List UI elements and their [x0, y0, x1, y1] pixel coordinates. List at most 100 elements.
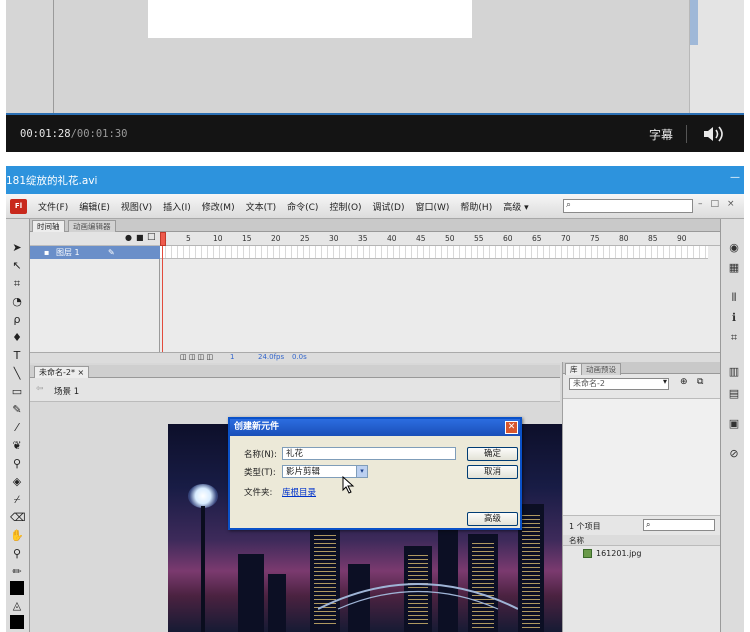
eye-icon[interactable]: ●	[125, 233, 132, 242]
subselection-tool-icon[interactable]: ↖	[10, 259, 24, 273]
frame-rate: 24.0fps	[258, 353, 285, 361]
chevron-down-icon[interactable]: ▾	[663, 377, 667, 386]
menu-window[interactable]: 窗口(W)	[416, 200, 450, 213]
deco-tool-icon[interactable]: ❦	[10, 439, 24, 453]
lasso-tool-icon[interactable]: ρ	[10, 313, 24, 327]
frame-ruler: 1 5 10 15 20 25 30 35 40 45 50 55 60 65 …	[160, 232, 720, 246]
library-search-input[interactable]: ⌕	[643, 519, 715, 531]
search-icon: ⌕	[566, 200, 572, 210]
folder-link[interactable]: 库根目录	[282, 486, 316, 498]
menu-debug[interactable]: 调试(D)	[373, 200, 405, 213]
tab-motion-presets[interactable]: 动画预设	[581, 363, 621, 375]
components-panel-icon[interactable]: ▣	[727, 417, 741, 431]
swatches-panel-icon[interactable]: ▦	[727, 261, 741, 275]
info-panel-icon[interactable]: ℹ	[727, 311, 741, 325]
menu-modify[interactable]: 修改(M)	[202, 200, 235, 213]
eraser-tool-icon[interactable]: ⌫	[10, 511, 26, 525]
name-field[interactable]: 礼花	[282, 447, 456, 460]
advanced-button[interactable]: 高级	[467, 512, 518, 526]
volume-icon[interactable]	[701, 124, 727, 144]
pen-tool-icon[interactable]: ♦	[10, 331, 24, 345]
workspace-dropdown[interactable]: 高级 ▾	[503, 200, 528, 213]
menu-file[interactable]: 文件(F)	[38, 200, 68, 213]
menu-help[interactable]: 帮助(H)	[460, 200, 492, 213]
library-document-select[interactable]: 未命名-2	[569, 378, 669, 390]
3d-rotation-icon[interactable]: ◔	[10, 295, 24, 309]
transform-panel-icon[interactable]: ⌗	[727, 331, 741, 345]
line-tool-icon[interactable]: ╲	[10, 367, 24, 381]
ruler-label: 30	[329, 234, 339, 243]
stroke-color-icon[interactable]: ✏	[10, 565, 24, 579]
frame-cells[interactable]	[160, 246, 708, 259]
ruler-label: 35	[358, 234, 368, 243]
tab-library[interactable]: 库	[565, 363, 583, 375]
menu-text[interactable]: 文本(T)	[246, 200, 277, 213]
ruler-label: 65	[532, 234, 542, 243]
library-panel-icon[interactable]: ▥	[727, 365, 741, 379]
back-arrow-icon[interactable]: ⇦	[36, 384, 44, 394]
bone-tool-icon[interactable]: ⚲	[10, 457, 24, 471]
ruler-label: 50	[445, 234, 455, 243]
new-library-icon[interactable]: ⧉	[697, 377, 703, 387]
pin-icon[interactable]: ⊕	[680, 377, 688, 387]
stroke-color-swatch[interactable]	[10, 581, 24, 595]
layer-row[interactable]: ▪ 图层 1 ✎	[30, 246, 160, 259]
fill-color-swatch[interactable]	[10, 615, 24, 629]
tab-motion-editor[interactable]: 动画编辑器	[68, 220, 116, 232]
text-tool-icon[interactable]: T	[10, 349, 24, 363]
lock-icon[interactable]: ■	[136, 233, 144, 242]
dialog-title: 创建新元件	[230, 419, 520, 436]
chevron-down-icon[interactable]: ▾	[356, 466, 367, 477]
subtitles-button[interactable]: 字幕	[649, 126, 673, 143]
total-duration: /00:01:30	[70, 128, 128, 140]
tab-timeline[interactable]: 时间轴	[32, 220, 65, 232]
align-panel-icon[interactable]: ⫴	[727, 291, 741, 305]
menu-edit[interactable]: 编辑(E)	[79, 200, 110, 213]
zoom-tool-icon[interactable]: ⚲	[10, 547, 24, 561]
library-item[interactable]: 161201.jpg	[583, 549, 641, 558]
library-column-name[interactable]: 名称	[563, 535, 721, 546]
outline-icon[interactable]: □	[147, 232, 156, 242]
type-label: 类型(T):	[244, 468, 276, 478]
ruler-label: 45	[416, 234, 426, 243]
fill-color-icon[interactable]: ◬	[10, 599, 24, 613]
rectangle-tool-icon[interactable]: ▭	[10, 385, 24, 399]
minimize-icon[interactable]: —	[730, 172, 740, 183]
properties-panel-icon[interactable]: ▤	[727, 387, 741, 401]
video-player-top: 00:01:28/00:01:30 字幕	[6, 0, 744, 152]
restore-icon[interactable]: □	[711, 199, 720, 209]
paint-bucket-icon[interactable]: ◈	[10, 475, 24, 489]
hand-tool-icon[interactable]: ✋	[10, 529, 24, 543]
cancel-button[interactable]: 取消	[467, 465, 518, 479]
menu-insert[interactable]: 插入(I)	[163, 200, 191, 213]
frame-buttons[interactable]: ◫ ◫ ◫ ◫	[180, 353, 213, 361]
right-panel-dock: ◉ ▦ ⫴ ℹ ⌗ ▥ ▤ ▣ ⊘	[720, 219, 744, 632]
menu-control[interactable]: 控制(O)	[329, 200, 361, 213]
free-transform-icon[interactable]: ⌗	[10, 277, 24, 291]
playhead[interactable]	[160, 232, 166, 353]
library-preview	[563, 398, 721, 516]
library-item-count: 1 个项目	[569, 522, 601, 531]
help-search-input[interactable]: ⌕	[563, 199, 693, 213]
scene-label[interactable]: 场景 1	[54, 385, 79, 397]
eyedropper-icon[interactable]: ⌿	[10, 493, 24, 507]
ruler-label: 20	[271, 234, 281, 243]
library-item-name: 161201.jpg	[596, 549, 642, 558]
brush-tool-icon[interactable]: ⁄	[10, 421, 24, 435]
menu-view[interactable]: 视图(V)	[121, 200, 152, 213]
current-frame: 1	[230, 353, 235, 361]
menu-commands[interactable]: 命令(C)	[287, 200, 318, 213]
selection-tool-icon[interactable]: ➤	[10, 241, 24, 255]
close-icon[interactable]: ✕	[505, 421, 518, 434]
menu-bar: Fl 文件(F) 编辑(E) 视图(V) 插入(I) 修改(M) 文本(T) 命…	[6, 194, 744, 219]
color-panel-icon[interactable]: ◉	[727, 241, 741, 255]
motion-presets-icon[interactable]: ⊘	[727, 447, 741, 461]
tab-document[interactable]: 未命名-2* ×	[34, 366, 90, 378]
minimize-icon[interactable]: –	[698, 199, 703, 209]
ruler-label: 70	[561, 234, 571, 243]
window-controls: – □ ×	[698, 199, 735, 209]
close-icon[interactable]: ×	[727, 199, 735, 209]
pencil-tool-icon[interactable]: ✎	[10, 403, 24, 417]
ruler-label: 40	[387, 234, 397, 243]
ok-button[interactable]: 确定	[467, 447, 518, 461]
